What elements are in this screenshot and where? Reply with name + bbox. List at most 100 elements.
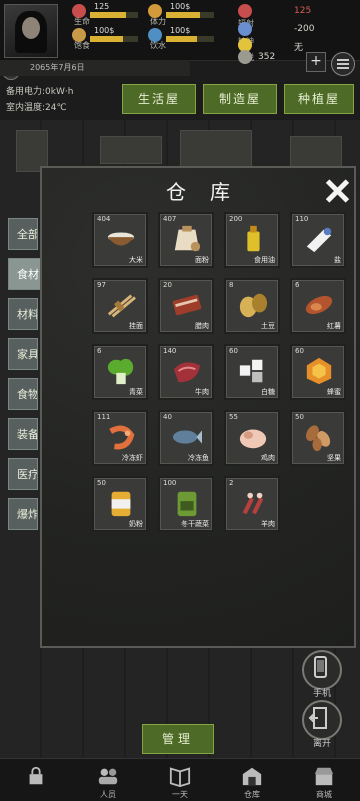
item-quantity: 60: [229, 347, 238, 355]
nav-item-2[interactable]: 一天: [144, 759, 216, 801]
item-slot[interactable]: 111 冷冻虾: [92, 410, 148, 466]
shop-icon: [314, 767, 334, 786]
people-icon: [98, 768, 118, 785]
item-slot[interactable]: 200 食用油: [224, 212, 280, 268]
item-name: 冷冻鱼: [188, 454, 209, 462]
panel-title: 仓库: [166, 180, 254, 204]
right-stat-icon: [238, 50, 252, 64]
category-tab-4[interactable]: 食物: [8, 378, 38, 410]
avatar[interactable]: [4, 4, 58, 58]
category-tab-5[interactable]: 装备: [8, 418, 38, 450]
item-slot[interactable]: 20 腊肉: [158, 278, 214, 334]
menu-line: [337, 67, 349, 69]
temp-info: 室内温度:24℃: [6, 103, 67, 113]
close-icon[interactable]: [324, 178, 350, 204]
nav-item-4[interactable]: 商城: [288, 759, 360, 801]
sack-icon: [174, 225, 201, 252]
stat-value: 100$: [170, 26, 191, 35]
right-stat-value: 无: [294, 43, 304, 53]
item-slot[interactable]: 6 青菜: [92, 344, 148, 400]
book-icon: [169, 767, 191, 787]
stat-value: 100$: [170, 2, 191, 11]
item-name: 食用油: [254, 256, 275, 264]
item-quantity: 50: [97, 479, 106, 487]
item-quantity: 200: [229, 215, 243, 223]
menu-line: [337, 59, 349, 61]
item-name: 鸡肉: [261, 454, 275, 462]
bacon-icon: [172, 294, 202, 316]
item-slot[interactable]: 60 蜂蜜: [290, 344, 346, 400]
item-slot[interactable]: 50 坚果: [290, 410, 346, 466]
item-quantity: 6: [97, 347, 102, 355]
room-button-living[interactable]: 生活屋: [122, 84, 196, 114]
menu-line: [337, 63, 349, 65]
sugar-icon: [239, 359, 263, 383]
bag-icon: [177, 491, 197, 517]
greens-icon: [107, 358, 134, 385]
manage-button[interactable]: 管理: [142, 724, 214, 754]
leave-button[interactable]: 离开: [302, 700, 342, 749]
item-name: 腊肉: [195, 322, 209, 330]
lock-icon: [29, 766, 43, 785]
phone-icon: [314, 656, 327, 678]
nav-label: 仓库: [244, 790, 260, 799]
shelf: [100, 136, 162, 164]
item-slot[interactable]: 100 冬干蔬菜: [158, 476, 214, 532]
item-name: 大米: [129, 256, 143, 264]
category-tab-2[interactable]: 材料: [8, 298, 38, 330]
item-slot[interactable]: 8 土豆: [224, 278, 280, 334]
room-button-planting[interactable]: 种植屋: [284, 84, 354, 114]
bottle-icon: [247, 225, 260, 252]
item-slot[interactable]: 60 白糖: [224, 344, 280, 400]
item-name: 冬干蔬菜: [181, 520, 209, 528]
stat-fill: [90, 12, 126, 18]
item-slot[interactable]: 140 牛肉: [158, 344, 214, 400]
stat-fill: [166, 36, 198, 42]
item-name: 土豆: [261, 322, 275, 330]
nav-item-1[interactable]: 人员: [72, 759, 144, 801]
category-tab-3[interactable]: 家具: [8, 338, 38, 370]
item-slot[interactable]: 404 大米: [92, 212, 148, 268]
nav-label: 人员: [100, 790, 116, 799]
stat-label: 饱食: [74, 41, 90, 50]
stat-value: 125: [94, 2, 110, 11]
item-slot[interactable]: 50 奶粉: [92, 476, 148, 532]
power-info: 备用电力:0kW·h: [6, 87, 74, 97]
nav-label: 一天: [172, 790, 188, 799]
add-button[interactable]: +: [306, 52, 326, 72]
stat-bar: [90, 12, 138, 18]
date-bar: 2065年7月6日: [0, 60, 190, 76]
stat-bar: [166, 12, 214, 18]
item-quantity: 407: [163, 215, 177, 223]
item-quantity: 60: [295, 347, 304, 355]
nav-label: 商城: [316, 790, 332, 799]
stat-fill: [166, 12, 200, 18]
fish-icon: [172, 430, 202, 444]
item-slot[interactable]: 6 红薯: [290, 278, 346, 334]
item-quantity: 8: [229, 281, 234, 289]
nav-item-0[interactable]: [0, 759, 72, 801]
chicken-icon: [239, 429, 267, 449]
room-button-crafting[interactable]: 制造屋: [203, 84, 277, 114]
right-stat-icon: [238, 4, 252, 18]
avatar-face: [22, 17, 40, 39]
phone-button[interactable]: 手机: [302, 650, 342, 699]
nuts-icon: [305, 425, 331, 452]
item-slot[interactable]: 40 冷冻鱼: [158, 410, 214, 466]
stat-bar: [166, 36, 214, 42]
category-tab-0[interactable]: 全部: [8, 218, 38, 250]
beef-icon: [173, 362, 201, 383]
item-slot[interactable]: 2 羊肉: [224, 476, 280, 532]
item-slot[interactable]: 55 鸡肉: [224, 410, 280, 466]
bottom-nav: 人员 一天 仓库 商城: [0, 758, 360, 801]
category-tab-6[interactable]: 医疗: [8, 458, 38, 490]
item-quantity: 6: [295, 281, 300, 289]
item-slot[interactable]: 407 面粉: [158, 212, 214, 268]
menu-button[interactable]: [331, 52, 355, 76]
item-quantity: 110: [295, 215, 309, 223]
category-tab-7[interactable]: 爆炸物: [8, 498, 38, 530]
nav-item-3[interactable]: 仓库: [216, 759, 288, 801]
item-slot[interactable]: 97 挂面: [92, 278, 148, 334]
item-slot[interactable]: 110 盐: [290, 212, 346, 268]
potato-icon: [239, 293, 268, 318]
